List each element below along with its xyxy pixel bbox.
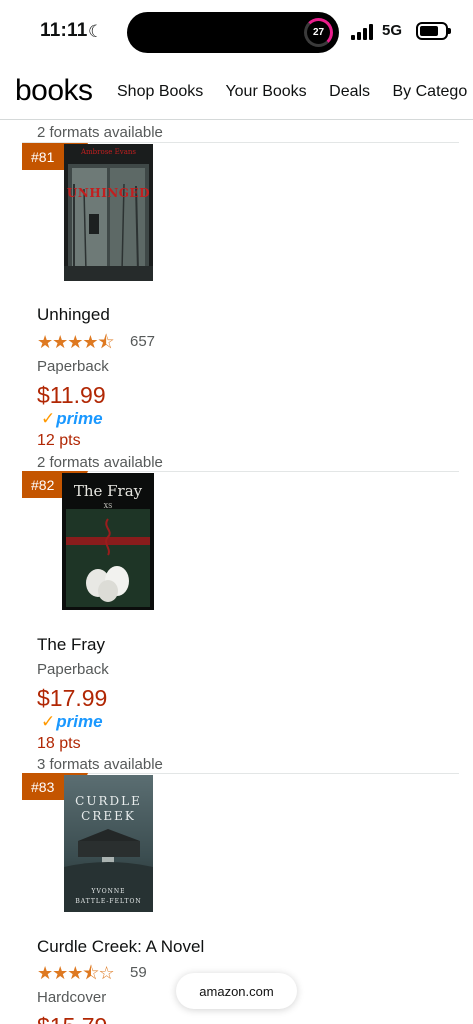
- book-cover[interactable]: The Fray XS: [62, 473, 154, 610]
- book-format: Paperback: [37, 661, 109, 678]
- battery-icon: [416, 22, 451, 40]
- moon-icon: ☾: [88, 22, 104, 41]
- star-rating-icon[interactable]: ★★★⯪☆: [37, 961, 115, 991]
- rating-count[interactable]: 657: [130, 333, 155, 350]
- cover-title-line-1: CURDLE: [75, 794, 142, 808]
- prime-badge: ✓prime: [41, 409, 103, 429]
- book-price: $17.99: [37, 685, 108, 711]
- signal-icon: [351, 24, 375, 40]
- nav-shop-books[interactable]: Shop Books: [117, 83, 203, 100]
- nav-your-books[interactable]: Your Books: [225, 83, 306, 100]
- prime-label: prime: [56, 712, 103, 731]
- book-title[interactable]: Curdle Creek: A Novel: [37, 937, 204, 957]
- book-format: Hardcover: [37, 989, 107, 1006]
- url-pill[interactable]: amazon.com: [176, 973, 297, 1009]
- book-price: $11.99: [37, 382, 106, 408]
- reward-points: 18 pts: [37, 735, 81, 752]
- formats-link[interactable]: 3 formats available: [37, 756, 163, 773]
- cover-title-line-2: CREEK: [81, 809, 136, 823]
- books-nav: books Shop Books Your Books Deals By Cat…: [0, 64, 473, 120]
- cover-subtitle: XS: [103, 503, 113, 510]
- book-price: $15.79: [37, 1013, 107, 1024]
- cover-title: UNHINGED: [66, 186, 151, 200]
- nav-deals[interactable]: Deals: [329, 83, 370, 100]
- cover-title: The Fray: [73, 482, 143, 500]
- books-logo[interactable]: books: [15, 74, 93, 108]
- nav-links: Shop Books Your Books Deals By Catego: [117, 83, 473, 101]
- nav-by-category[interactable]: By Catego: [393, 83, 468, 100]
- rating-count[interactable]: 59: [130, 964, 147, 981]
- book-cover[interactable]: Ambrose Evans UNHINGED: [64, 144, 153, 281]
- book-title[interactable]: The Fray: [37, 635, 105, 655]
- prime-label: prime: [56, 409, 103, 428]
- cover-author-line-1: YVONNE: [91, 888, 126, 895]
- status-bar: 11:11 ☾ 27 5G: [0, 0, 473, 64]
- book-cover[interactable]: CURDLE CREEK YVONNE BATTLE-FELTON: [64, 775, 153, 912]
- cover-author-line-2: BATTLE-FELTON: [75, 898, 142, 905]
- cover-author: Ambrose Evans: [80, 148, 137, 156]
- prime-check-icon: ✓: [41, 712, 56, 731]
- formats-link[interactable]: 2 formats available: [37, 124, 163, 141]
- prime-badge: ✓prime: [41, 712, 103, 732]
- network-label: 5G: [382, 22, 403, 39]
- reward-points: 12 pts: [37, 432, 81, 449]
- prime-check-icon: ✓: [41, 409, 56, 428]
- book-format: Paperback: [37, 358, 109, 375]
- dynamic-island: 27: [127, 12, 339, 53]
- formats-link[interactable]: 2 formats available: [37, 454, 163, 471]
- bestseller-list: 2 formats available #81 Ambrose Evans UN…: [0, 121, 473, 1024]
- island-count: 27: [312, 27, 325, 38]
- status-time: 11:11: [40, 20, 88, 41]
- star-rating-icon[interactable]: ★★★★⯪: [37, 330, 115, 360]
- book-title[interactable]: Unhinged: [37, 305, 110, 325]
